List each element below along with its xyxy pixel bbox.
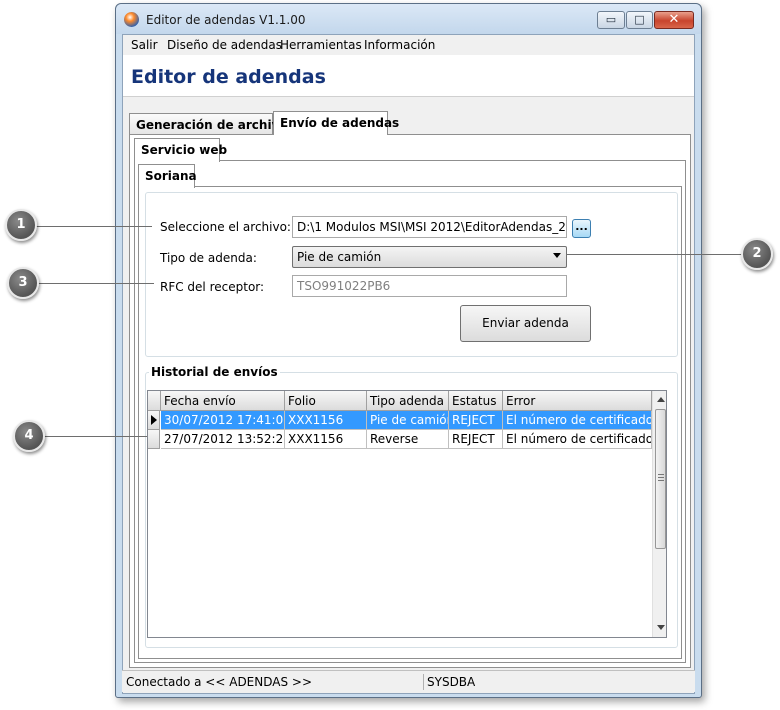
callout-3: 3 bbox=[7, 267, 39, 299]
header: Editor de adendas bbox=[123, 55, 694, 97]
tab-generacion-archivos[interactable]: Generación de archivos bbox=[129, 113, 295, 135]
callout-2: 2 bbox=[741, 238, 773, 270]
menu-bar: Salir Diseño de adendas Herramientas Inf… bbox=[123, 35, 694, 55]
row-indicator bbox=[148, 411, 160, 430]
app-icon bbox=[124, 12, 139, 27]
minimize-button[interactable]: ▭ bbox=[597, 11, 625, 29]
cell-fecha: 27/07/2012 13:52:28 bbox=[161, 430, 285, 449]
minimize-icon: ▭ bbox=[605, 13, 617, 26]
cell-error: El número de certificado: 3 bbox=[503, 430, 652, 449]
close-button[interactable]: ✕ bbox=[654, 11, 694, 29]
menu-diseno-adendas[interactable]: Diseño de adendas bbox=[167, 38, 282, 52]
table-row[interactable]: 30/07/2012 17:41:02 XXX1156 Pie de camió… bbox=[148, 411, 652, 430]
rfc-label: RFC del receptor: bbox=[160, 280, 265, 294]
send-adenda-button[interactable]: Enviar adenda bbox=[460, 305, 591, 342]
menu-herramientas[interactable]: Herramientas bbox=[280, 38, 362, 52]
row-pointer-icon bbox=[151, 415, 157, 425]
cell-folio: XXX1156 bbox=[285, 411, 367, 430]
scroll-down-icon[interactable] bbox=[657, 625, 665, 630]
browse-button[interactable]: ... bbox=[572, 219, 591, 238]
table-corner bbox=[148, 391, 161, 411]
title-bar[interactable]: Editor de adendas V1.1.00 ▭ □ ✕ bbox=[116, 4, 701, 34]
history-table[interactable]: Fecha envío Folio Tipo adenda Estatus Er… bbox=[147, 390, 667, 638]
table-row[interactable]: 27/07/2012 13:52:28 XXX1156 Reverse REJE… bbox=[148, 430, 652, 449]
cell-fecha: 30/07/2012 17:41:02 bbox=[161, 411, 285, 430]
grip-line bbox=[658, 477, 664, 478]
adenda-type-value: Pie de camión bbox=[297, 250, 382, 264]
scroll-up-icon[interactable] bbox=[657, 397, 665, 402]
tab-soriana[interactable]: Soriana bbox=[138, 164, 197, 188]
cell-error: El número de certificado: 3 bbox=[503, 411, 652, 430]
close-icon: ✕ bbox=[668, 12, 680, 27]
status-user: SYSDBA bbox=[427, 675, 476, 689]
grip-line bbox=[658, 474, 664, 475]
tab-envio-adendas[interactable]: Envío de adendas bbox=[273, 111, 399, 135]
column-header-estatus[interactable]: Estatus bbox=[449, 391, 503, 411]
callout-4-line bbox=[44, 436, 156, 437]
cell-folio: XXX1156 bbox=[285, 430, 367, 449]
page-title: Editor de adendas bbox=[131, 66, 326, 88]
callout-3-line bbox=[38, 283, 154, 284]
maximize-icon: □ bbox=[634, 13, 645, 26]
cell-estatus: REJECT bbox=[449, 430, 503, 449]
file-path-field[interactable]: D:\1 Modulos MSI\MSI 2012\EditorAdendas_… bbox=[292, 216, 567, 238]
maximize-button[interactable]: □ bbox=[626, 11, 653, 29]
callout-4: 4 bbox=[13, 420, 45, 452]
chevron-down-icon bbox=[553, 253, 561, 258]
scroll-thumb[interactable] bbox=[655, 409, 666, 549]
callout-1-line bbox=[36, 226, 152, 227]
history-title: Historial de envíos bbox=[149, 365, 280, 379]
type-label: Tipo de adenda: bbox=[160, 251, 257, 265]
tab-servicio-web[interactable]: Servicio web bbox=[134, 138, 227, 162]
vertical-scrollbar[interactable] bbox=[652, 391, 666, 637]
menu-informacion[interactable]: Información bbox=[364, 38, 435, 52]
adenda-type-select[interactable]: Pie de camión bbox=[292, 246, 567, 268]
column-header-fecha[interactable]: Fecha envío bbox=[161, 391, 285, 411]
status-bar: Conectado a << ADENDAS >> SYSDBA bbox=[122, 670, 695, 692]
column-header-folio[interactable]: Folio bbox=[285, 391, 367, 411]
window-title: Editor de adendas V1.1.00 bbox=[146, 13, 306, 27]
column-header-tipo[interactable]: Tipo adenda bbox=[367, 391, 449, 411]
rfc-field[interactable]: TSO991022PB6 bbox=[292, 275, 567, 297]
cell-tipo: Reverse bbox=[367, 430, 449, 449]
cell-tipo: Pie de camión bbox=[367, 411, 449, 430]
row-indicator bbox=[148, 430, 160, 449]
cell-estatus: REJECT bbox=[449, 411, 503, 430]
callout-1: 1 bbox=[5, 209, 37, 241]
status-connection: Conectado a << ADENDAS >> bbox=[126, 675, 313, 689]
menu-salir[interactable]: Salir bbox=[131, 38, 158, 52]
status-divider bbox=[423, 674, 424, 690]
callout-2-line bbox=[548, 254, 742, 255]
grip-line bbox=[658, 480, 664, 481]
file-label: Seleccione el archivo: bbox=[160, 220, 291, 234]
column-header-error[interactable]: Error bbox=[503, 391, 652, 411]
